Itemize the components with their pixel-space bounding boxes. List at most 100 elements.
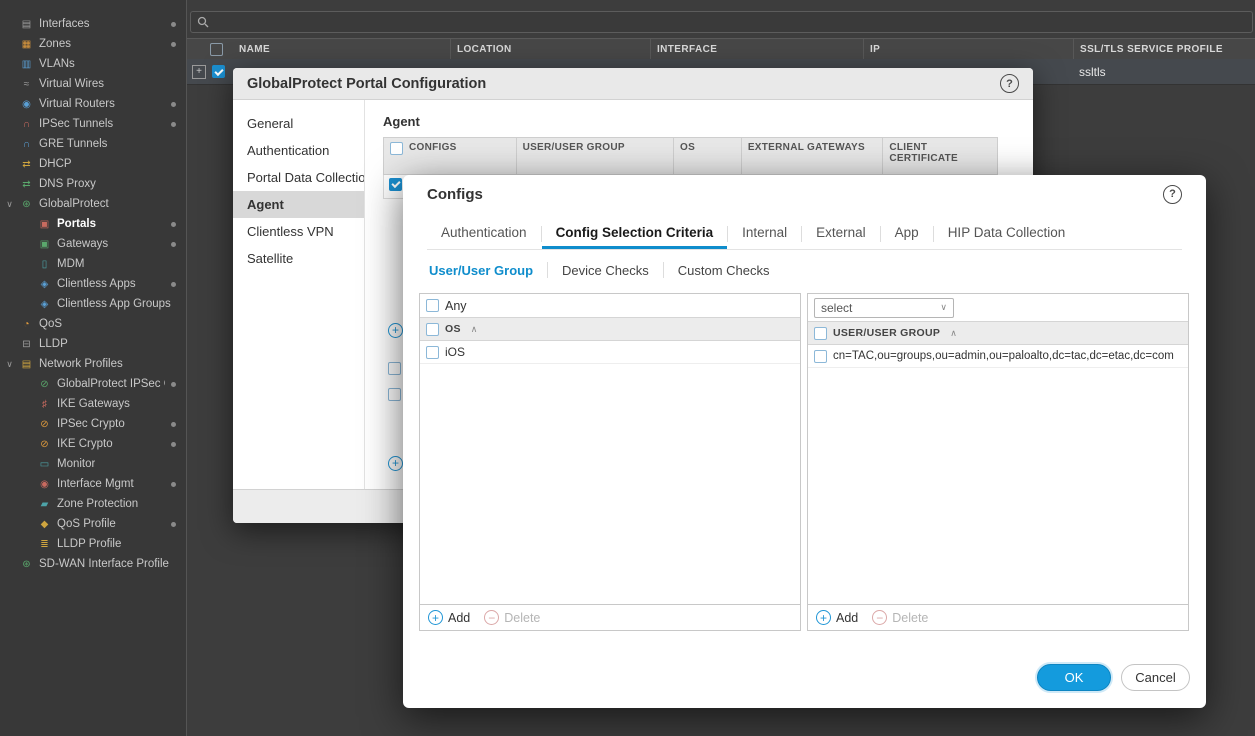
select-all-checkbox[interactable]	[210, 43, 223, 56]
sidebar-item-zone-protection[interactable]: ▰Zone Protection	[0, 494, 186, 514]
column-header-client-certificate[interactable]: CLIENT CERTIFICATE	[882, 138, 997, 174]
sidebar-item-globalprotect-ipsec-crypto[interactable]: ⊘GlobalProtect IPSec Crypto	[0, 374, 186, 394]
column-header-location[interactable]: LOCATION	[450, 39, 650, 59]
help-icon[interactable]: ?	[1000, 74, 1019, 93]
user-group-select[interactable]: select ∨	[814, 298, 954, 318]
sidebar-item-virtual-wires[interactable]: ≈Virtual Wires	[0, 74, 186, 94]
subtab-device-checks[interactable]: Device Checks	[548, 263, 663, 278]
sidebar-item-qos-profile[interactable]: ◆QoS Profile	[0, 514, 186, 534]
cancel-button[interactable]: Cancel	[1121, 664, 1190, 691]
sidebar-item-monitor[interactable]: ▭Monitor	[0, 454, 186, 474]
os-row-ios[interactable]: iOS	[420, 341, 800, 364]
tab-internal[interactable]: Internal	[728, 219, 801, 249]
user-group-row[interactable]: cn=TAC,ou=groups,ou=admin,ou=paloalto,dc…	[808, 345, 1188, 368]
column-header-os[interactable]: OS	[445, 323, 461, 335]
nav-item-authentication[interactable]: Authentication	[233, 137, 364, 164]
column-header-user-group[interactable]: USER/USER GROUP	[833, 327, 940, 339]
row-checkbox[interactable]	[814, 350, 827, 363]
sidebar-item-mdm[interactable]: ▯MDM	[0, 254, 186, 274]
status-dot	[171, 242, 176, 247]
sidebar-item-clientless-apps[interactable]: ◈Clientless Apps	[0, 274, 186, 294]
add-icon: +	[816, 610, 831, 625]
sidebar-item-network-profiles[interactable]: ∨▤Network Profiles	[0, 354, 186, 374]
empty-area	[420, 364, 800, 604]
tab-app[interactable]: App	[881, 219, 933, 249]
tab-config-selection-criteria[interactable]: Config Selection Criteria	[542, 219, 728, 249]
sidebar-item-gateways[interactable]: ▣Gateways	[0, 234, 186, 254]
tab-authentication[interactable]: Authentication	[427, 219, 541, 249]
column-header-configs[interactable]: CONFIGS	[384, 138, 516, 174]
delete-button[interactable]: −Delete	[484, 610, 540, 625]
nav-item-general[interactable]: General	[233, 110, 364, 137]
dialog-header: GlobalProtect Portal Configuration ?	[233, 68, 1033, 100]
vlans-icon: ▥	[20, 59, 33, 70]
collapse-chevron-icon[interactable]: ∨	[5, 199, 14, 210]
column-header-ssl-tls-service-profile[interactable]: SSL/TLS SERVICE PROFILE	[1073, 39, 1255, 59]
top-bar	[187, 0, 1255, 38]
sidebar-item-portals[interactable]: ▣Portals	[0, 214, 186, 234]
sidebar-item-dhcp[interactable]: ⇄DHCP	[0, 154, 186, 174]
add-button[interactable]: +Add	[816, 610, 858, 625]
sidebar-item-ike-gateways[interactable]: ♯IKE Gateways	[0, 394, 186, 414]
select-row: select ∨	[808, 294, 1188, 321]
sidebar-item-virtual-routers[interactable]: ◉Virtual Routers	[0, 94, 186, 114]
add-button[interactable]: +	[388, 454, 403, 472]
sidebar-item-lldp-profile[interactable]: ≣LLDP Profile	[0, 534, 186, 554]
status-dot	[171, 122, 176, 127]
subtab-custom-checks[interactable]: Custom Checks	[664, 263, 784, 278]
row-checkbox[interactable]	[426, 346, 439, 359]
nav-item-portal-data-collection[interactable]: Portal Data Collection	[233, 164, 364, 191]
select-all-checkbox[interactable]	[814, 327, 827, 340]
sort-asc-icon[interactable]: ∧	[950, 328, 957, 339]
add-icon: +	[388, 323, 403, 338]
row-checkbox[interactable]	[388, 362, 401, 380]
sidebar-item-ipsec-tunnels[interactable]: ∩IPSec Tunnels	[0, 114, 186, 134]
sidebar-item-vlans[interactable]: ▥VLANs	[0, 54, 186, 74]
select-all-checkbox[interactable]	[390, 142, 403, 155]
sidebar-item-zones[interactable]: ▦Zones	[0, 34, 186, 54]
column-header-user-group[interactable]: USER/USER GROUP	[516, 138, 673, 174]
add-icon: +	[428, 610, 443, 625]
add-button[interactable]: +	[388, 321, 403, 339]
tab-hip-data-collection[interactable]: HIP Data Collection	[934, 219, 1080, 249]
column-header-interface[interactable]: INTERFACE	[650, 39, 863, 59]
sidebar-item-interfaces[interactable]: ▤Interfaces	[0, 14, 186, 34]
collapse-chevron-icon[interactable]: ∨	[5, 359, 14, 370]
sidebar-item-clientless-app-groups[interactable]: ◈Clientless App Groups	[0, 294, 186, 314]
row-checkbox[interactable]	[388, 388, 401, 406]
sidebar-item-ipsec-crypto[interactable]: ⊘IPSec Crypto	[0, 414, 186, 434]
ok-button[interactable]: OK	[1037, 664, 1111, 691]
sidebar-item-globalprotect[interactable]: ∨⊛GlobalProtect	[0, 194, 186, 214]
add-button[interactable]: +Add	[428, 610, 470, 625]
tab-external[interactable]: External	[802, 219, 880, 249]
sidebar-item-gre-tunnels[interactable]: ∩GRE Tunnels	[0, 134, 186, 154]
subtab-user-user-group[interactable]: User/User Group	[427, 263, 547, 278]
column-header-external-gateways[interactable]: EXTERNAL GATEWAYS	[741, 138, 883, 174]
os-table-header: OS ∧	[420, 317, 800, 341]
help-icon[interactable]: ?	[1163, 185, 1182, 204]
search-input[interactable]	[209, 15, 1252, 29]
select-all-checkbox[interactable]	[426, 323, 439, 336]
column-header-ip[interactable]: IP	[863, 39, 1073, 59]
expand-row-icon[interactable]: +	[192, 65, 206, 79]
sidebar-item-interface-mgmt[interactable]: ◉Interface Mgmt	[0, 474, 186, 494]
ipsec-tunnels-icon: ∩	[20, 119, 33, 130]
nav-item-clientless-vpn[interactable]: Clientless VPN	[233, 218, 364, 245]
any-checkbox[interactable]	[426, 299, 439, 312]
sort-asc-icon[interactable]: ∧	[471, 324, 478, 335]
sidebar-item-sd-wan-interface-profile[interactable]: ⊛SD-WAN Interface Profile	[0, 554, 186, 574]
row-checkbox[interactable]	[212, 65, 225, 78]
sidebar-item-ike-crypto[interactable]: ⊘IKE Crypto	[0, 434, 186, 454]
nav-item-satellite[interactable]: Satellite	[233, 245, 364, 272]
dialog-nav: General Authentication Portal Data Colle…	[233, 100, 365, 490]
sidebar-item-dns-proxy[interactable]: ⇄DNS Proxy	[0, 174, 186, 194]
sidebar-item-qos[interactable]: ◔QoS	[0, 314, 186, 334]
qos-profile-icon: ◆	[38, 519, 51, 530]
ike-crypto-icon: ⊘	[38, 439, 51, 450]
sidebar-item-lldp[interactable]: ⊟LLDP	[0, 334, 186, 354]
column-header-name[interactable]: NAME	[233, 39, 450, 59]
column-header-os[interactable]: OS	[673, 138, 741, 174]
row-checkbox[interactable]	[389, 178, 402, 191]
delete-button[interactable]: −Delete	[872, 610, 928, 625]
nav-item-agent[interactable]: Agent	[233, 191, 364, 218]
